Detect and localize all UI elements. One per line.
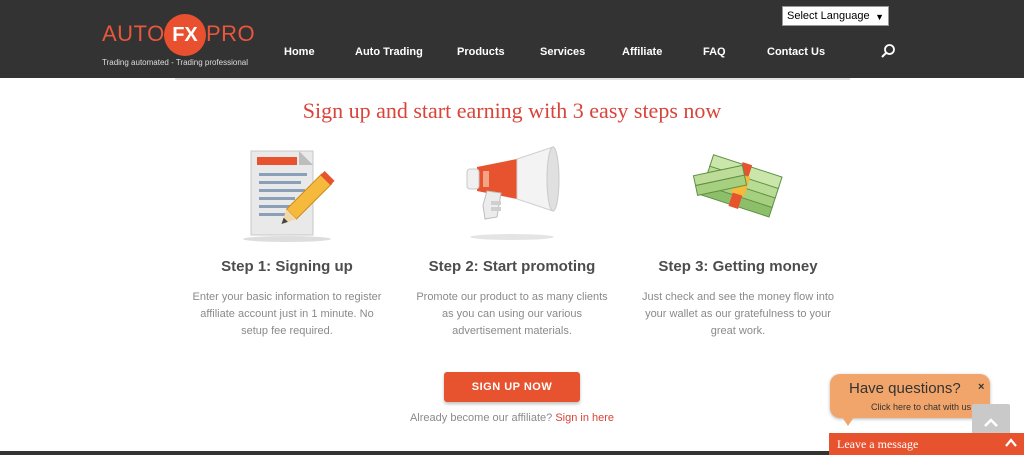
sign-up-button[interactable]: SIGN UP NOW <box>444 372 580 402</box>
logo-fx-circle: FX <box>164 14 206 56</box>
step-title: Step 2: Start promoting <box>428 258 596 275</box>
nav-item-faq[interactable]: FAQ <box>703 46 726 58</box>
nav-item-home[interactable]: Home <box>284 46 315 58</box>
chevron-down-icon: ▼ <box>875 12 884 22</box>
chat-prompt-bubble[interactable]: Have questions? Click here to chat with … <box>830 374 990 418</box>
logo-pro-text: PRO <box>206 21 256 46</box>
nav-item-products[interactable]: Products <box>457 46 505 58</box>
sign-in-link[interactable]: Sign in here <box>555 412 614 424</box>
logo-auto-text: AUTO <box>102 21 165 46</box>
leave-message-label: Leave a message <box>837 437 919 451</box>
chat-subtitle: Click here to chat with us <box>871 402 972 412</box>
page-headline: Sign up and start earning with 3 easy st… <box>302 98 722 123</box>
megaphone-icon <box>466 146 560 240</box>
chat-bubble-tail <box>840 414 856 426</box>
step-description: Just check and see the money flow into y… <box>642 291 834 337</box>
chevron-up-icon[interactable] <box>1004 436 1018 450</box>
step-description: Enter your basic information to register… <box>192 291 382 337</box>
close-icon[interactable]: × <box>978 381 984 393</box>
site-logo[interactable]: AUTO FX PRO Trading automated - Trading … <box>100 12 260 72</box>
nav-item-contact-us[interactable]: Contact Us <box>767 46 825 58</box>
site-header: AUTO FX PRO Trading automated - Trading … <box>0 0 1024 78</box>
nav-item-auto-trading[interactable]: Auto Trading <box>355 46 423 58</box>
chat-title: Have questions? <box>849 380 961 397</box>
step-title: Step 3: Getting money <box>658 258 818 275</box>
search-icon[interactable] <box>880 43 896 59</box>
nav-item-affiliate[interactable]: Affiliate <box>622 46 662 58</box>
step-title: Step 1: Signing up <box>221 258 353 275</box>
step-description: Promote our product to as many clients a… <box>416 291 608 337</box>
money-stack-icon <box>692 154 783 218</box>
nav-item-services[interactable]: Services <box>540 46 585 58</box>
already-affiliate-text: Already become our affiliate? <box>409 412 553 424</box>
leave-message-bar[interactable]: Leave a message <box>829 433 1024 455</box>
logo-tagline: Trading automated - Trading professional <box>102 58 249 67</box>
language-select[interactable]: Select Language ▼ <box>782 6 889 26</box>
language-select-value: Select Language <box>787 10 870 22</box>
header-divider <box>175 78 850 80</box>
document-pencil-icon <box>243 150 335 242</box>
